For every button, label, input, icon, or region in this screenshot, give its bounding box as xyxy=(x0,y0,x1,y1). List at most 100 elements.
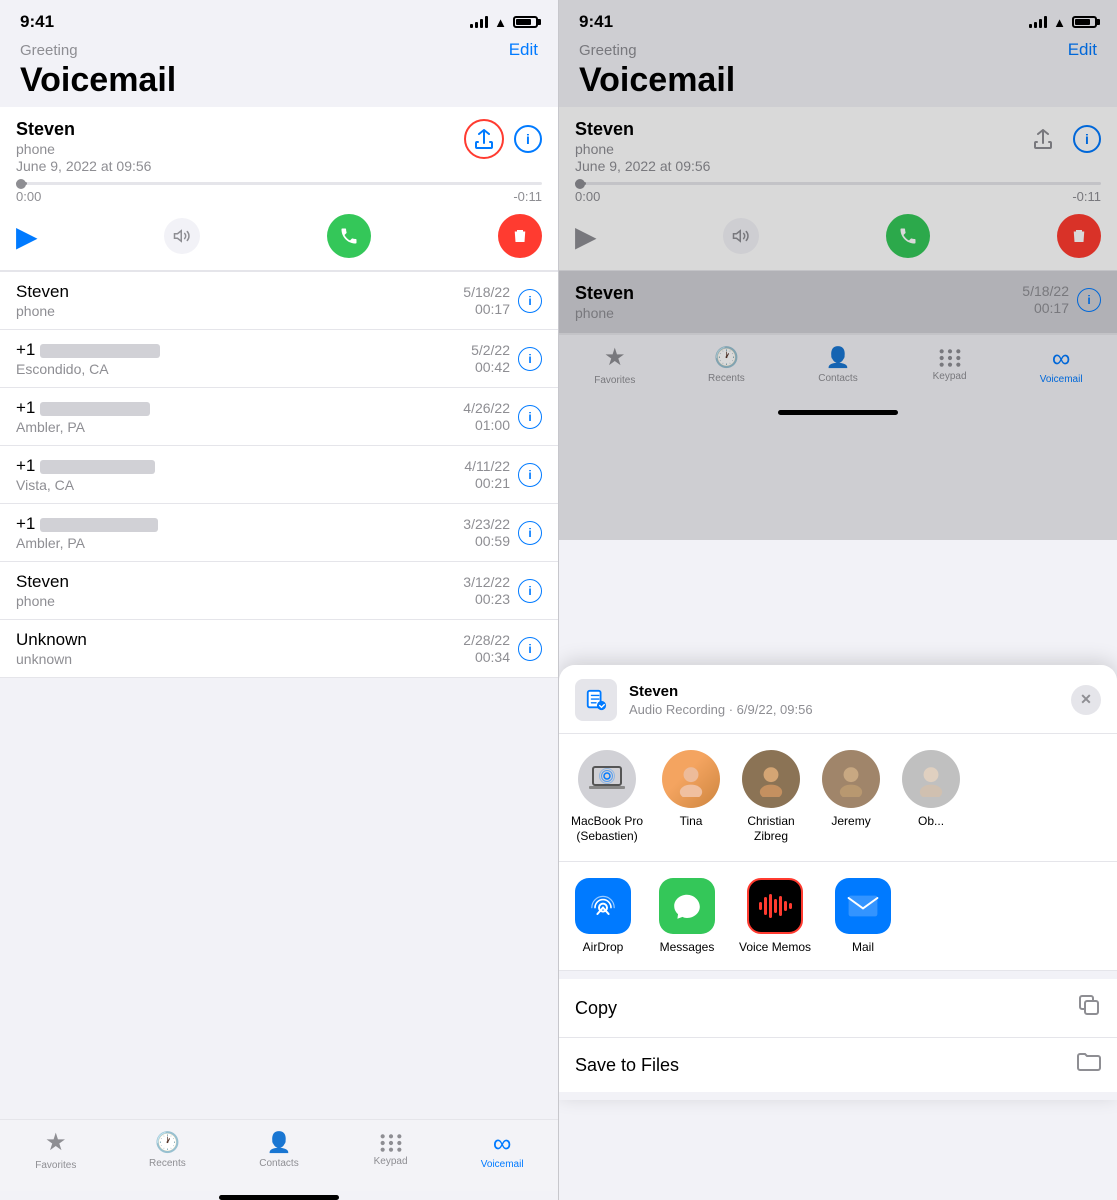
right-tab-voicemail-label: Voicemail xyxy=(1040,374,1083,385)
tab-favorites[interactable]: ★ Favorites xyxy=(26,1128,86,1171)
right-active-voicemail: Steven phone June 9, 2022 at 09:56 i xyxy=(559,107,1117,271)
right-speaker-button[interactable] xyxy=(723,218,759,254)
person-icon: 👤 xyxy=(267,1130,292,1155)
mail-app-icon xyxy=(835,878,891,934)
tab-contacts[interactable]: 👤 Contacts xyxy=(249,1130,309,1169)
right-share-button[interactable] xyxy=(1023,119,1063,159)
vm-info-btn[interactable]: i xyxy=(518,521,542,545)
right-greeting: Greeting xyxy=(579,42,637,59)
christian-avatar xyxy=(742,750,800,808)
voicemail-tab-icon: ∞ xyxy=(493,1130,512,1156)
share-close-button[interactable]: ✕ xyxy=(1071,685,1101,715)
voicemail-tab-icon: ∞ xyxy=(1052,345,1071,371)
tab-keypad[interactable]: Keypad xyxy=(361,1133,421,1167)
star-icon: ★ xyxy=(45,1128,67,1157)
vm-info-btn[interactable]: i xyxy=(518,463,542,487)
right-tab-favorites[interactable]: ★ Favorites xyxy=(585,343,645,386)
share-action-save[interactable]: Save to Files xyxy=(559,1037,1117,1092)
right-vm-info-btn[interactable]: i xyxy=(1077,288,1101,312)
right-header: Greeting Edit Voicemail xyxy=(559,36,1117,107)
tab-recents[interactable]: 🕐 Recents xyxy=(137,1130,197,1169)
voicememos-label: Voice Memos xyxy=(739,940,811,954)
right-progress-bar[interactable] xyxy=(575,182,1101,185)
left-progress-bar[interactable] xyxy=(16,182,542,185)
vm-list-item[interactable]: +1 Vista, CA 4/11/22 00:21 i xyxy=(0,446,558,504)
share-contact-ob[interactable]: Ob... xyxy=(899,750,963,845)
vm-list-item[interactable]: +1 Escondido, CA 5/2/22 00:42 i xyxy=(0,330,558,388)
vm-info-btn[interactable]: i xyxy=(518,347,542,371)
right-tab-favorites-label: Favorites xyxy=(594,375,635,386)
left-vm-list: Steven phone 5/18/22 00:17 i +1 Escondid… xyxy=(0,271,558,1119)
right-tab-contacts-label: Contacts xyxy=(818,373,857,384)
tab-voicemail[interactable]: ∞ Voicemail xyxy=(472,1130,532,1170)
right-active-vm-name: Steven xyxy=(575,119,710,140)
left-progress-end: -0:11 xyxy=(513,189,542,204)
share-app-airdrop[interactable]: AirDrop xyxy=(571,878,635,954)
share-file-sub: Audio Recording · 6/9/22, 09:56 xyxy=(629,702,813,717)
wifi-icon: ▲ xyxy=(1053,15,1066,30)
left-active-vm-date: June 9, 2022 at 09:56 xyxy=(16,158,151,174)
right-play-button[interactable]: ▶ xyxy=(575,220,597,253)
vm-info-btn[interactable]: i xyxy=(518,637,542,661)
left-play-button[interactable]: ▶ xyxy=(16,220,38,253)
right-status-bar: 9:41 ▲ xyxy=(559,0,1117,36)
ob-avatar xyxy=(902,750,960,808)
share-app-mail[interactable]: Mail xyxy=(831,878,895,954)
share-action-copy[interactable]: Copy xyxy=(559,979,1117,1037)
right-edit-button[interactable]: Edit xyxy=(1068,40,1097,60)
right-tab-bar: ★ Favorites 🕐 Recents 👤 Contacts Keyp xyxy=(559,334,1117,406)
share-app-voicememos[interactable]: Voice Memos xyxy=(739,878,811,954)
vm-list-item[interactable]: Steven phone 3/12/22 00:23 i xyxy=(0,562,558,620)
left-call-button[interactable] xyxy=(327,214,371,258)
left-progress-section: 0:00 -0:11 xyxy=(16,182,542,204)
share-sheet: Steven Audio Recording · 6/9/22, 09:56 ✕ xyxy=(559,665,1117,1100)
clock-icon: 🕐 xyxy=(714,345,739,370)
vm-list-item[interactable]: Steven phone 5/18/22 00:17 i xyxy=(0,271,558,330)
right-tab-keypad-label: Keypad xyxy=(933,371,967,382)
right-vm-item-sub: phone xyxy=(575,305,634,321)
share-contact-macbook[interactable]: MacBook Pro(Sebastien) xyxy=(571,750,643,845)
macbook-avatar xyxy=(578,750,636,808)
share-contact-jeremy[interactable]: Jeremy xyxy=(819,750,883,845)
right-vm-list-partial: Steven phone 5/18/22 00:17 i xyxy=(559,271,1117,334)
right-delete-button[interactable] xyxy=(1057,214,1101,258)
tina-avatar xyxy=(662,750,720,808)
left-phone-panel: 9:41 ▲ Greeting Edit Voicemail Steven xyxy=(0,0,558,1200)
left-edit-button[interactable]: Edit xyxy=(509,40,538,60)
right-call-button[interactable] xyxy=(886,214,930,258)
vm-info-btn[interactable]: i xyxy=(518,405,542,429)
person-icon: 👤 xyxy=(826,345,851,370)
left-active-vm-type: phone xyxy=(16,141,151,157)
right-info-button[interactable]: i xyxy=(1073,125,1101,153)
left-header: Greeting Edit Voicemail xyxy=(0,36,558,107)
right-vm-item-name: Steven xyxy=(575,283,634,304)
left-tab-bar: ★ Favorites 🕐 Recents 👤 Contacts Keyp xyxy=(0,1119,558,1191)
waveform-icon xyxy=(759,892,792,920)
left-playback-controls: ▶ xyxy=(16,214,542,258)
tab-voicemail-label: Voicemail xyxy=(481,1159,524,1170)
left-greeting: Greeting xyxy=(20,42,78,59)
vm-info-btn[interactable]: i xyxy=(518,579,542,603)
left-active-voicemail: Steven phone June 9, 2022 at 09:56 i xyxy=(0,107,558,271)
left-status-bar: 9:41 ▲ xyxy=(0,0,558,36)
left-share-button[interactable] xyxy=(464,119,504,159)
right-active-vm-type: phone xyxy=(575,141,710,157)
right-tab-voicemail[interactable]: ∞ Voicemail xyxy=(1031,345,1091,385)
vm-list-item[interactable]: +1 Ambler, PA 3/23/22 00:59 i xyxy=(0,504,558,562)
right-tab-recents[interactable]: 🕐 Recents xyxy=(696,345,756,384)
tab-favorites-label: Favorites xyxy=(35,1160,76,1171)
tab-recents-label: Recents xyxy=(149,1158,186,1169)
share-contact-tina[interactable]: Tina xyxy=(659,750,723,845)
left-delete-button[interactable] xyxy=(498,214,542,258)
vm-info-btn[interactable]: i xyxy=(518,289,542,313)
share-contact-christian[interactable]: ChristianZibreg xyxy=(739,750,803,845)
share-app-messages[interactable]: Messages xyxy=(655,878,719,954)
left-speaker-button[interactable] xyxy=(164,218,200,254)
vm-list-item[interactable]: +1 Ambler, PA 4/26/22 01:00 i xyxy=(0,388,558,446)
battery-icon xyxy=(1072,16,1097,28)
left-info-button[interactable]: i xyxy=(514,125,542,153)
right-tab-keypad[interactable]: Keypad xyxy=(920,348,980,382)
vm-list-item[interactable]: Unknown unknown 2/28/22 00:34 i xyxy=(0,620,558,678)
right-tab-contacts[interactable]: 👤 Contacts xyxy=(808,345,868,384)
share-contact-ob-label: Ob... xyxy=(918,814,944,830)
